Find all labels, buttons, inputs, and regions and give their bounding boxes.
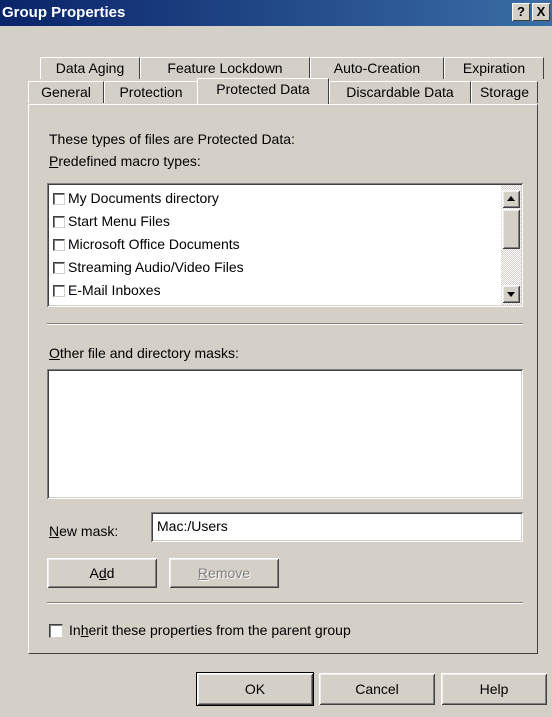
inherit-pre: In xyxy=(69,622,81,638)
other-masks-label: Other file and directory masks: xyxy=(49,345,239,361)
close-icon[interactable]: X xyxy=(532,3,550,21)
scroll-down-icon[interactable] xyxy=(502,285,520,303)
scroll-thumb[interactable] xyxy=(502,209,520,249)
checkbox[interactable] xyxy=(53,239,65,252)
checkbox[interactable] xyxy=(53,193,65,206)
help-button[interactable]: Help xyxy=(441,673,547,705)
tab-expiration[interactable]: Expiration xyxy=(444,57,544,79)
ok-button[interactable]: OK xyxy=(196,672,314,706)
scrollbar[interactable] xyxy=(501,185,521,305)
new-mask-input[interactable]: Mac:/Users xyxy=(151,512,523,542)
separator xyxy=(47,323,523,325)
macro-label: My Documents directory xyxy=(68,190,219,206)
tab-protected-data[interactable]: Protected Data xyxy=(197,78,329,104)
protected-data-panel: These types of files are Protected Data:… xyxy=(28,104,538,654)
list-item[interactable]: Start Menu Files xyxy=(50,210,500,233)
list-item[interactable]: Microsoft Office Documents xyxy=(50,233,500,256)
predefined-label-accel: P xyxy=(49,153,59,169)
tab-data-aging[interactable]: Data Aging xyxy=(40,57,140,79)
add-button[interactable]: Add xyxy=(47,558,157,588)
macro-label: Microsoft Office Documents xyxy=(68,236,240,252)
window-title: Group Properties xyxy=(2,4,126,21)
intro-text: These types of files are Protected Data: xyxy=(49,131,295,147)
add-pre: A xyxy=(89,565,99,581)
new-mask-value: Mac:/Users xyxy=(157,518,228,534)
macro-types-list[interactable]: My Documents directory Start Menu Files … xyxy=(47,183,523,307)
macro-label: Streaming Audio/Video Files xyxy=(68,259,244,275)
list-item[interactable]: Streaming Audio/Video Files xyxy=(50,256,500,279)
predefined-label-text: redefined macro types: xyxy=(58,153,201,169)
other-label-text: ther file and directory masks: xyxy=(59,345,239,361)
help-icon[interactable]: ? xyxy=(512,3,530,21)
add-post: d xyxy=(106,565,115,581)
tab-auto-creation[interactable]: Auto-Creation xyxy=(310,57,444,79)
tab-general[interactable]: General xyxy=(28,81,104,103)
list-item[interactable]: My Documents directory xyxy=(50,187,500,210)
tab-storage[interactable]: Storage xyxy=(471,81,538,103)
new-mask-label: New mask: xyxy=(49,523,118,539)
other-label-accel: O xyxy=(49,345,60,361)
checkbox[interactable] xyxy=(53,285,65,298)
inherit-checkbox[interactable] xyxy=(49,624,63,639)
tab-discardable-data[interactable]: Discardable Data xyxy=(329,81,471,103)
checkbox[interactable] xyxy=(53,262,65,275)
inherit-checkbox-row[interactable]: Inherit these properties from the parent… xyxy=(49,622,351,639)
add-accel: d xyxy=(98,565,107,581)
inherit-post: erit these properties from the parent gr… xyxy=(88,622,351,638)
separator xyxy=(47,602,523,604)
remove-button[interactable]: Remove xyxy=(169,558,279,588)
remove-accel: R xyxy=(197,565,209,581)
checkbox[interactable] xyxy=(53,216,65,229)
masks-list[interactable] xyxy=(47,369,523,499)
new-mask-label-text: ew mask: xyxy=(59,523,119,539)
predefined-label: Predefined macro types: xyxy=(49,153,201,169)
macro-label: Start Menu Files xyxy=(68,213,170,229)
remove-text: emove xyxy=(208,565,251,581)
new-mask-accel: N xyxy=(49,523,60,539)
tab-feature-lockdown[interactable]: Feature Lockdown xyxy=(140,57,310,79)
list-item[interactable]: E-Mail Inboxes xyxy=(50,279,500,302)
tab-protection[interactable]: Protection xyxy=(104,81,198,103)
cancel-button[interactable]: Cancel xyxy=(319,673,435,705)
macro-label: E-Mail Inboxes xyxy=(68,282,161,298)
title-bar: Group Properties ? X xyxy=(0,0,552,26)
scroll-up-icon[interactable] xyxy=(502,190,520,208)
